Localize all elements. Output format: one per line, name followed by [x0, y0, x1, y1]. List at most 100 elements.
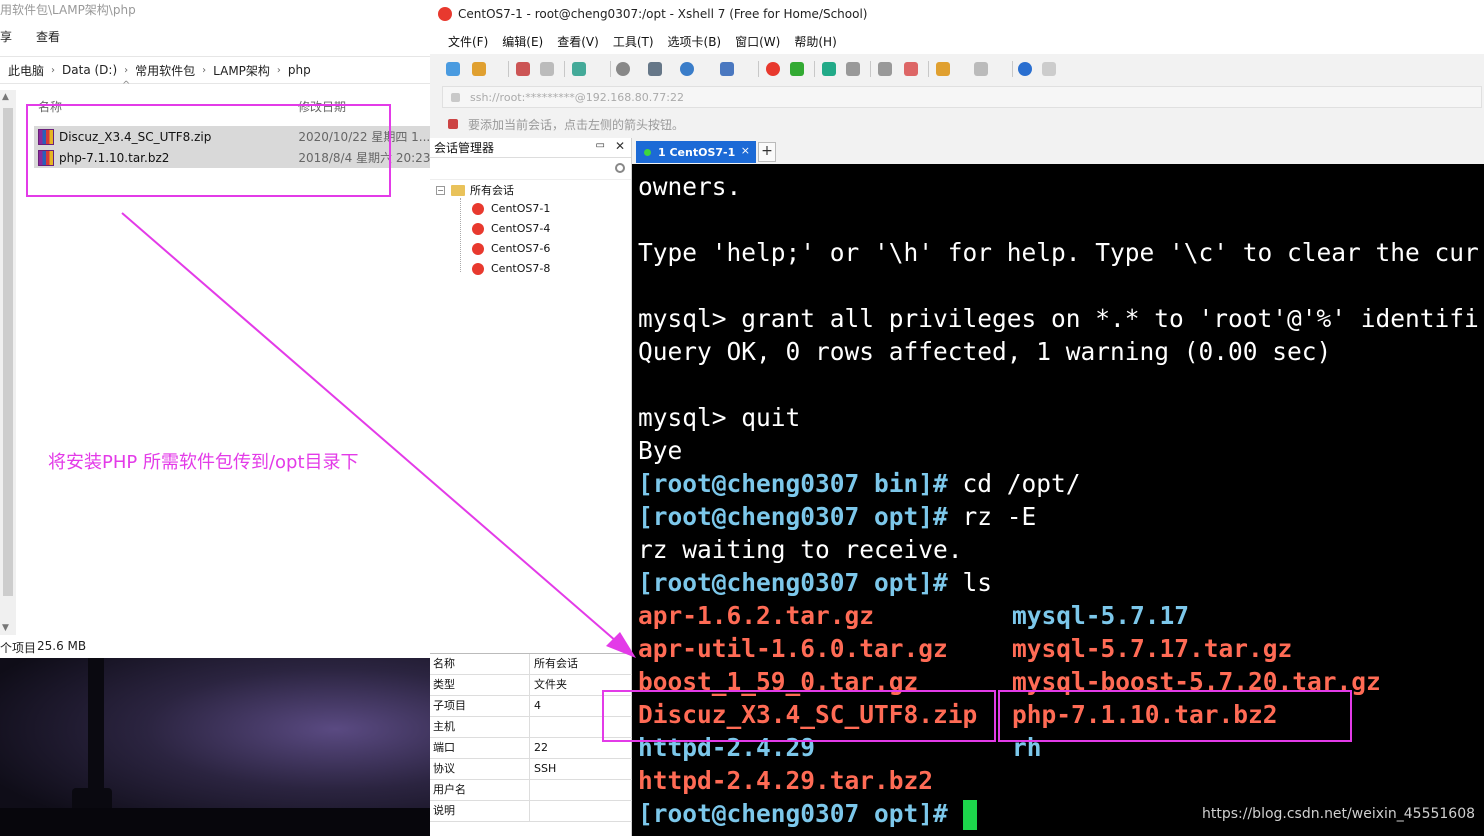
fullscreen-icon[interactable]: [822, 62, 836, 76]
session-hint-bar: 要添加当前会话，点击左侧的箭头按钮。: [442, 113, 1482, 135]
breadcrumb[interactable]: 此电脑 › Data (D:) › 常用软件包 › LAMP架构 › php: [0, 56, 430, 84]
globe-icon[interactable]: [680, 62, 694, 76]
address-text: ssh://root:*********@192.168.80.77:22: [470, 90, 684, 104]
font-icon[interactable]: [720, 62, 734, 76]
toolbar-separator: [758, 61, 759, 77]
menu-bar: 文件(F) 编辑(E) 查看(V) 工具(T) 选项卡(B) 窗口(W) 帮助(…: [430, 28, 1484, 54]
pin-icon[interactable]: ▭: [596, 140, 605, 151]
tab-label: 1 CentOS7-1: [658, 145, 736, 159]
highlight-box-explorer-files: [26, 104, 391, 197]
breadcrumb-item[interactable]: 此电脑: [8, 62, 44, 79]
search-icon[interactable]: [615, 163, 625, 173]
menu-tabs[interactable]: 选项卡(B): [668, 33, 722, 50]
tree-root-label: 所有会话: [470, 184, 514, 197]
terminal-line: owners.: [638, 172, 742, 201]
highlight-box-php: [998, 690, 1352, 742]
open-folder-icon[interactable]: [472, 62, 486, 76]
breadcrumb-item[interactable]: Data (D:): [62, 63, 117, 77]
layout-icon[interactable]: [648, 62, 662, 76]
chevron-right-icon: ›: [202, 64, 207, 76]
disconnect-icon[interactable]: [516, 62, 530, 76]
menu-help[interactable]: 帮助(H): [794, 33, 836, 50]
reconnect-icon[interactable]: [540, 62, 554, 76]
property-row: 名称 所有会话: [430, 654, 632, 675]
chevron-right-icon: ›: [51, 64, 56, 76]
session-icon: [472, 222, 484, 235]
tab-centos7-1[interactable]: 1 CentOS7-1 ×: [636, 141, 756, 163]
highlight-box-discuz: [602, 690, 996, 742]
breadcrumb-item[interactable]: LAMP架构: [213, 62, 270, 79]
property-key: 子项目: [430, 696, 530, 716]
session-item[interactable]: CentOS7-6: [472, 242, 550, 255]
session-icon: [472, 242, 484, 255]
explorer-ribbon: 享 查看: [0, 24, 430, 46]
scrollbar-thumb[interactable]: [3, 108, 13, 596]
menu-edit[interactable]: 编辑(E): [502, 33, 543, 50]
terminal-line: mysql> quit: [638, 401, 800, 434]
terminal-command: quit: [741, 403, 801, 432]
keyboard-icon[interactable]: [878, 62, 892, 76]
help-icon[interactable]: [1018, 62, 1032, 76]
property-value: 所有会话: [534, 657, 578, 670]
add-tab-button[interactable]: +: [758, 142, 776, 162]
breadcrumb-item[interactable]: php: [288, 63, 311, 77]
ls-entry: mysql-5.7.17: [1012, 601, 1190, 630]
property-key: 名称: [430, 654, 530, 674]
terminal-line: [root@cheng0307 opt]# ls: [638, 566, 992, 599]
close-icon[interactable]: ✕: [615, 139, 625, 153]
ribbon-tab-share[interactable]: 享: [0, 28, 12, 45]
annotation-note: 将安装PHP 所需软件包传到/opt目录下: [48, 452, 359, 473]
terminal-command: cd /opt/: [947, 469, 1081, 498]
property-key: 类型: [430, 675, 530, 695]
mysql-prompt: mysql>: [638, 304, 742, 333]
menu-view[interactable]: 查看(V): [557, 33, 599, 50]
address-bar[interactable]: ssh://root:*********@192.168.80.77:22: [442, 86, 1482, 108]
chat-icon[interactable]: [1042, 62, 1056, 76]
terminal-line: [root@cheng0307 opt]#: [638, 797, 977, 830]
session-item[interactable]: CentOS7-1: [472, 202, 550, 215]
session-manager-title: 会话管理器: [434, 141, 495, 155]
lock-icon[interactable]: [846, 62, 860, 76]
menu-file[interactable]: 文件(F): [448, 33, 488, 50]
bookmark-icon[interactable]: [448, 119, 458, 129]
explorer-title-path: 用软件包\LAMP架构\php: [0, 3, 136, 17]
session-search-input[interactable]: [430, 158, 631, 180]
menu-window[interactable]: 窗口(W): [735, 33, 780, 50]
terminal-command: ls: [947, 568, 993, 597]
connected-status-icon: [644, 148, 651, 156]
scroll-up-icon[interactable]: ▲: [2, 92, 9, 102]
session-tab-bar: 1 CentOS7-1 × +: [632, 138, 1484, 164]
toolbar-separator: [1012, 61, 1013, 77]
terminal-command: grant all privileges on *.* to 'root'@'%…: [741, 304, 1479, 333]
vertical-scrollbar[interactable]: ▲ ▼: [0, 90, 16, 635]
menu-tools[interactable]: 工具(T): [613, 33, 654, 50]
watermark: https://blog.csdn.net/weixin_45551608: [1202, 806, 1476, 822]
toolbar-separator: [610, 61, 611, 77]
new-session-icon[interactable]: [446, 62, 460, 76]
status-bar: 个项目 25.6 MB: [0, 636, 430, 656]
xftp-icon[interactable]: [766, 62, 780, 76]
toolbar-separator: [928, 61, 929, 77]
highlight-icon[interactable]: [904, 62, 918, 76]
ls-entry: httpd-2.4.29.tar.bz2: [638, 766, 934, 795]
search-icon[interactable]: [616, 62, 630, 76]
add-folder-icon[interactable]: [936, 62, 950, 76]
xagent-icon[interactable]: [790, 62, 804, 76]
tree-root-all-sessions[interactable]: − 所有会话: [436, 182, 514, 198]
terminal-line: [root@cheng0307 bin]# cd /opt/: [638, 467, 1081, 500]
ribbon-tab-view[interactable]: 查看: [36, 28, 60, 45]
session-item[interactable]: CentOS7-4: [472, 222, 550, 235]
toolbar-separator: [508, 61, 509, 77]
property-value: SSH: [534, 762, 557, 775]
close-icon[interactable]: ×: [741, 144, 750, 157]
grid-icon[interactable]: [974, 62, 988, 76]
property-value: [530, 801, 534, 821]
collapse-icon[interactable]: −: [436, 185, 445, 195]
xshell-logo-icon: [438, 7, 452, 21]
lock-icon: [451, 92, 460, 102]
status-item-count: 个项目: [0, 641, 37, 655]
scroll-down-icon[interactable]: ▼: [2, 623, 9, 633]
session-item[interactable]: CentOS7-8: [472, 262, 550, 275]
properties-icon[interactable]: [572, 62, 586, 76]
breadcrumb-item[interactable]: 常用软件包: [135, 62, 195, 79]
